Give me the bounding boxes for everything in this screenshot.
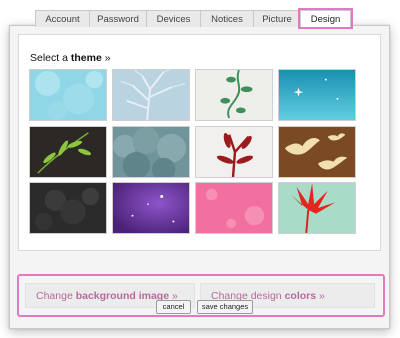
link-bold-text: background image [75,290,170,302]
settings-tabs: Account Password Devices Notices Picture… [35,10,351,28]
tab-picture[interactable]: Picture [253,10,301,27]
tab-devices[interactable]: Devices [146,10,201,27]
link-bold-text: colors [284,290,317,302]
settings-dialog: Change background image » Change design … [9,0,390,331]
theme-thumb-teal-sparkle[interactable] [278,69,356,121]
theme-heading-suffix: » [101,52,111,64]
theme-thumb-cream-birds-on-brown[interactable] [278,126,356,178]
theme-thumb-red-plant-on-white[interactable] [195,126,273,178]
theme-heading-prefix: Select a [30,52,71,64]
cancel-button[interactable]: cancel [156,300,191,314]
theme-thumb-green-vine[interactable] [195,69,273,121]
theme-thumb-pink-flowers[interactable] [195,182,273,234]
tab-design[interactable]: Design [300,10,351,27]
tab-notices[interactable]: Notices [200,10,254,27]
theme-thumb-blue-tree-branches[interactable] [112,69,190,121]
theme-thumb-purple-stars[interactable] [112,182,190,234]
theme-heading: Select a theme » [30,52,111,64]
theme-thumb-light-blue-bokeh[interactable] [29,69,107,121]
save-changes-button[interactable]: save changes [197,300,253,314]
link-prefix: Change [36,290,76,302]
tab-account[interactable]: Account [35,10,90,27]
link-suffix: » [316,290,325,302]
theme-thumb-green-leaves-on-dark[interactable] [29,126,107,178]
tab-password[interactable]: Password [89,10,147,27]
theme-heading-keyword: theme [70,52,102,64]
theme-thumb-teal-trees-silhouette[interactable] [112,126,190,178]
theme-thumb-dark-grey-foliage[interactable] [29,182,107,234]
theme-thumb-red-leaf-on-mint[interactable] [278,182,356,234]
